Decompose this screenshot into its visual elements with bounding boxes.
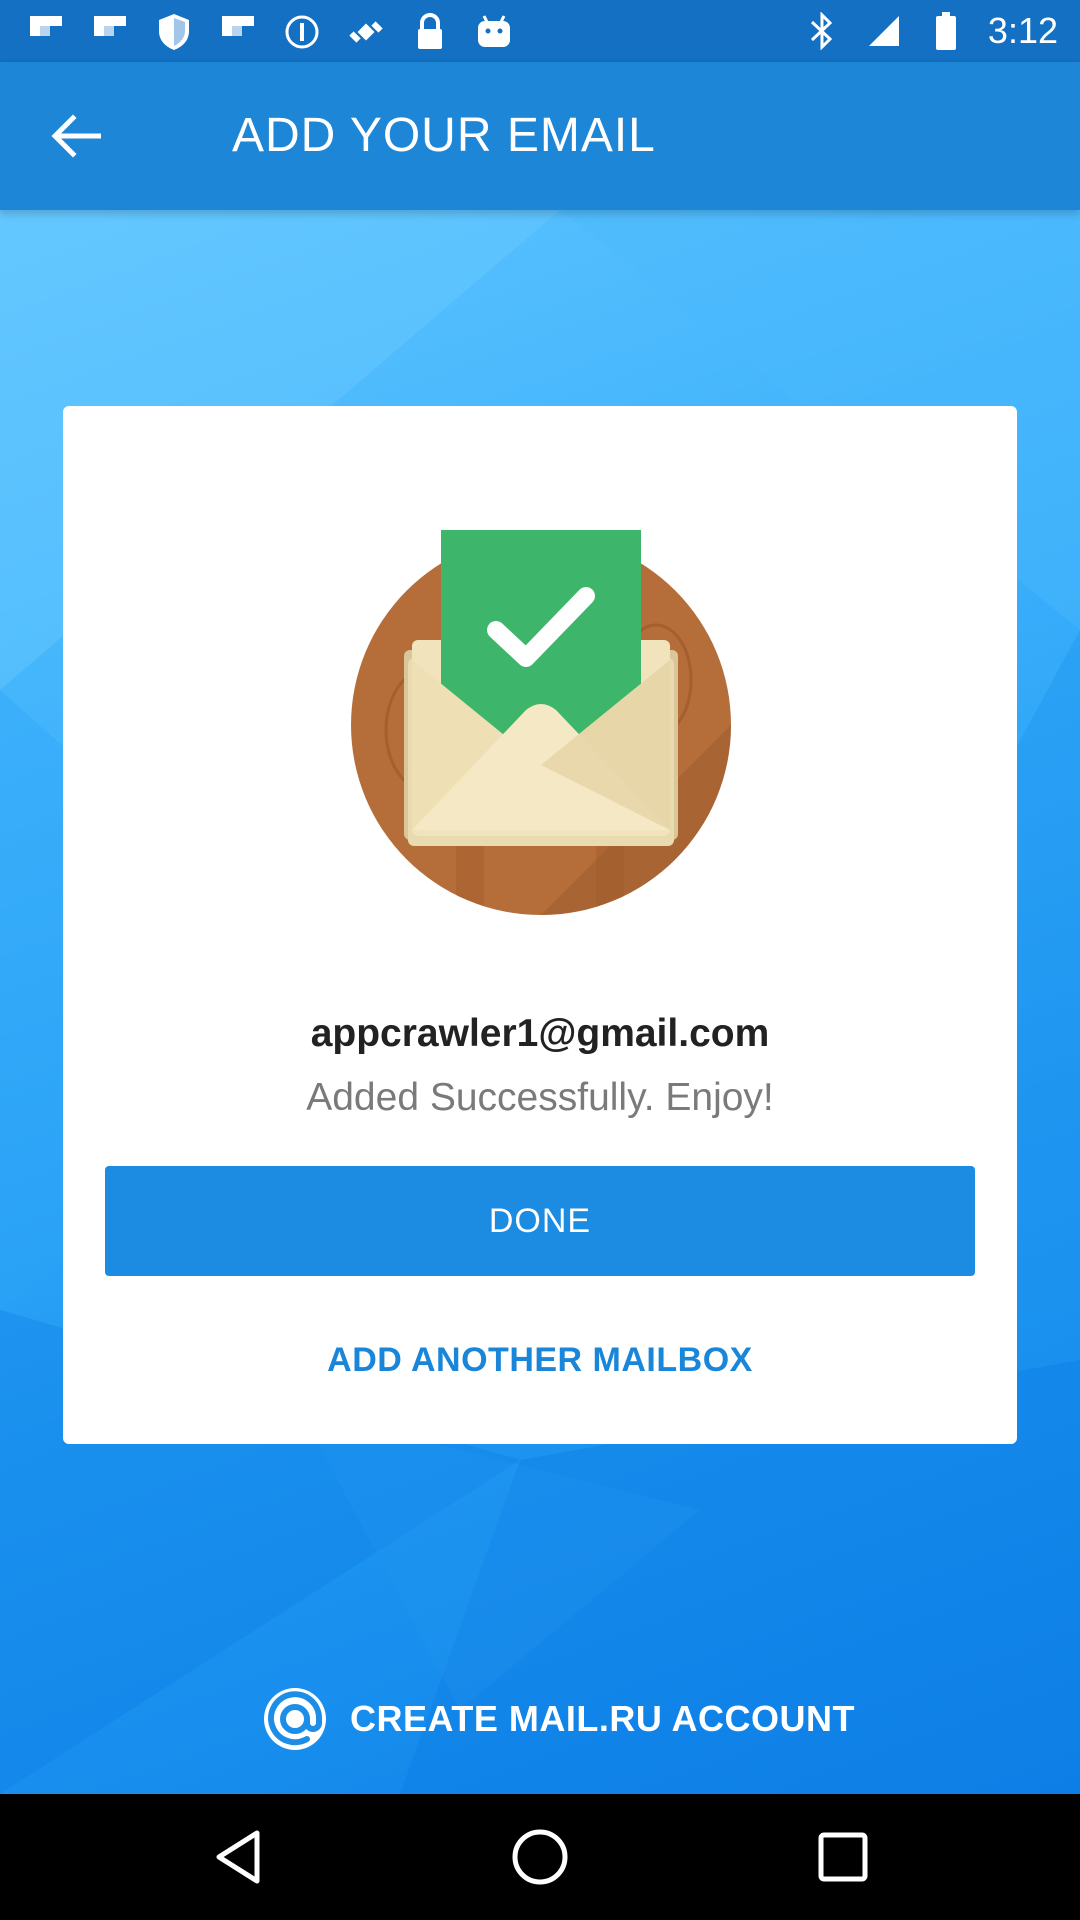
nav-home-button[interactable] — [507, 1824, 573, 1890]
lock-icon — [410, 12, 450, 52]
clock-time: 3:12 — [987, 10, 1058, 51]
flipboard-icon — [218, 12, 258, 52]
done-button[interactable]: DONE — [105, 1166, 975, 1276]
add-another-mailbox-link[interactable]: ADD ANOTHER MAILBOX — [63, 1341, 1017, 1380]
navigation-bar — [0, 1794, 1080, 1920]
page-title: ADD YOUR EMAIL — [232, 109, 656, 162]
shield-icon — [154, 12, 194, 52]
signal-icon — [864, 11, 904, 51]
mail-added-illustration — [346, 530, 736, 920]
at-sign-icon — [264, 1688, 326, 1750]
flipboard-icon — [26, 12, 66, 52]
email-address: appcrawler1@gmail.com — [310, 1012, 770, 1055]
success-card: appcrawler1@gmail.com Added Successfully… — [63, 406, 1017, 1444]
nav-back-button[interactable] — [205, 1824, 271, 1890]
android-icon — [474, 12, 514, 52]
create-account-link[interactable]: CREATE MAIL.RU ACCOUNT — [262, 1686, 855, 1752]
bluetooth-icon — [802, 11, 842, 51]
home-circle-icon — [512, 1829, 568, 1885]
recents-square-icon — [818, 1832, 868, 1882]
back-triangle-icon — [216, 1830, 260, 1884]
create-account-label: CREATE MAIL.RU ACCOUNT — [350, 1698, 855, 1739]
info-icon — [282, 12, 322, 52]
arrow-back-icon — [51, 114, 101, 158]
success-message: Added Successfully. Enjoy! — [306, 1076, 774, 1119]
fake-gps-icon — [346, 12, 386, 52]
back-button[interactable] — [40, 106, 110, 166]
nav-recents-button[interactable] — [810, 1824, 876, 1890]
battery-icon — [926, 11, 966, 51]
flipboard-icon — [90, 12, 130, 52]
status-bar: 3:12 — [0, 0, 1080, 62]
app-bar: ADD YOUR EMAIL — [0, 62, 1080, 210]
